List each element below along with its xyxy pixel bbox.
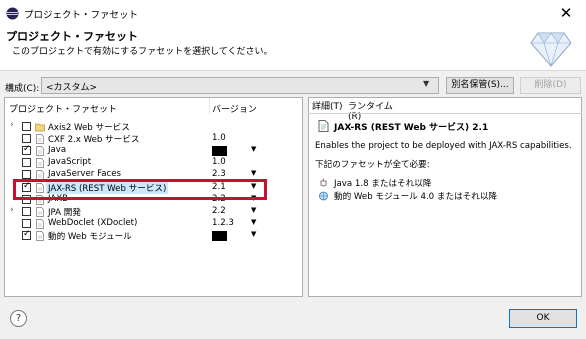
facet-gem-icon bbox=[530, 32, 572, 67]
checkmark-icon: ✓ bbox=[23, 229, 31, 239]
facet-checkbox[interactable]: ✓ bbox=[22, 229, 31, 240]
version-dropdown-icon[interactable]: ▼ bbox=[251, 230, 256, 238]
page-icon bbox=[36, 231, 44, 241]
facet-checkbox[interactable] bbox=[22, 219, 31, 228]
configuration-label: 構成(C): bbox=[5, 84, 40, 94]
window-title-bar: プロジェクト・ファセット ✕ bbox=[0, 0, 586, 27]
close-icon[interactable]: ✕ bbox=[556, 3, 576, 23]
version-dropdown-icon[interactable]: ▼ bbox=[251, 169, 256, 177]
facet-name: Java bbox=[48, 145, 67, 155]
configuration-value: <カスタム> bbox=[46, 83, 98, 93]
configuration-select[interactable]: <カスタム> ▼ bbox=[41, 77, 439, 94]
ok-button[interactable]: OK bbox=[509, 309, 577, 328]
facet-name: Axis2 Web サービス bbox=[48, 123, 130, 133]
facet-row[interactable]: ✓ 動的 Web モジュール ▼ bbox=[5, 229, 302, 242]
facet-version: 2.3 bbox=[212, 169, 226, 179]
facet-name: JavaScript bbox=[48, 157, 92, 167]
window-title: プロジェクト・ファセット bbox=[24, 10, 139, 21]
facet-row[interactable]: › JPA 開発 2.2 ▼ bbox=[5, 205, 302, 218]
facet-checkbox[interactable] bbox=[22, 170, 31, 179]
version-dropdown-icon[interactable]: ▼ bbox=[251, 145, 256, 153]
facet-row[interactable]: JavaScript 1.0 bbox=[5, 157, 302, 169]
page-icon bbox=[36, 158, 44, 168]
requirement-item: 動的 Web モジュール 4.0 またはそれ以降 bbox=[334, 192, 498, 202]
facet-version: 1.2.3 bbox=[212, 218, 234, 228]
facet-row[interactable]: CXF 2.x Web サービス 1.0 bbox=[5, 133, 302, 145]
tab-details[interactable]: 詳細(T) bbox=[312, 99, 344, 113]
requirement-item: Java 1.8 またはそれ以降 bbox=[334, 179, 432, 189]
page-icon bbox=[36, 146, 44, 156]
column-header-version[interactable]: バージョン bbox=[212, 102, 257, 115]
delete-button[interactable]: 削除(D) bbox=[520, 77, 581, 94]
requirements-label: 下記のファセットが全て必要: bbox=[315, 160, 430, 170]
expand-icon[interactable]: › bbox=[10, 120, 14, 130]
page-icon bbox=[36, 134, 44, 144]
highlight-box bbox=[13, 179, 267, 200]
redacted-version bbox=[212, 231, 227, 241]
facet-row[interactable]: ✓ Java ▼ bbox=[5, 144, 302, 157]
facet-name: WebDoclet (XDoclet) bbox=[48, 218, 138, 228]
page-title: プロジェクト・ファセット bbox=[6, 30, 138, 43]
facet-name: JavaServer Faces bbox=[48, 169, 121, 179]
facet-checkbox[interactable] bbox=[22, 134, 31, 143]
folder-icon bbox=[35, 123, 45, 132]
facet-version: 1.0 bbox=[212, 133, 226, 143]
facet-name: CXF 2.x Web サービス bbox=[48, 135, 140, 145]
expand-icon[interactable]: › bbox=[10, 205, 14, 215]
facet-name: 動的 Web モジュール bbox=[48, 232, 132, 242]
version-dropdown-icon[interactable]: ▼ bbox=[251, 206, 256, 214]
facet-checkbox[interactable] bbox=[22, 122, 31, 131]
facet-checkbox[interactable]: ✓ bbox=[22, 144, 31, 155]
page-icon bbox=[36, 219, 44, 229]
chevron-down-icon: ▼ bbox=[423, 79, 430, 88]
dialog-header: プロジェクト・ファセット このプロジェクトで有効にするファセットを選択してくださ… bbox=[0, 27, 586, 70]
version-dropdown-icon[interactable]: ▼ bbox=[251, 218, 256, 226]
tab-divider bbox=[308, 113, 582, 114]
eclipse-icon bbox=[6, 7, 19, 20]
details-description: Enables the project to be deployed with … bbox=[315, 141, 572, 151]
column-divider[interactable] bbox=[209, 98, 210, 114]
facet-name: JPA 開発 bbox=[48, 208, 81, 218]
facet-row[interactable]: › Axis2 Web サービス bbox=[5, 120, 302, 133]
tab-runtimes[interactable]: ランタイム(R) bbox=[348, 99, 396, 122]
help-icon[interactable]: ? bbox=[10, 310, 27, 327]
details-title: JAX-RS (REST Web サービス) 2.1 bbox=[334, 123, 489, 133]
page-icon bbox=[36, 207, 44, 217]
redacted-version bbox=[212, 146, 227, 156]
facet-version: 1.0 bbox=[212, 157, 226, 167]
facet-page-icon bbox=[318, 120, 329, 132]
facet-checkbox[interactable] bbox=[22, 158, 31, 167]
page-description: このプロジェクトで有効にするファセットを選択してください。 bbox=[12, 47, 273, 57]
column-header-facet[interactable]: プロジェクト・ファセット bbox=[9, 102, 117, 115]
facet-row[interactable]: WebDoclet (XDoclet) 1.2.3 ▼ bbox=[5, 218, 302, 230]
facet-checkbox[interactable] bbox=[22, 207, 31, 216]
save-as-button[interactable]: 別名保管(S)... bbox=[446, 77, 514, 94]
checkmark-icon: ✓ bbox=[23, 144, 31, 154]
java-icon bbox=[320, 178, 327, 187]
facet-version: 2.2 bbox=[212, 206, 226, 216]
web-module-icon bbox=[319, 191, 328, 201]
